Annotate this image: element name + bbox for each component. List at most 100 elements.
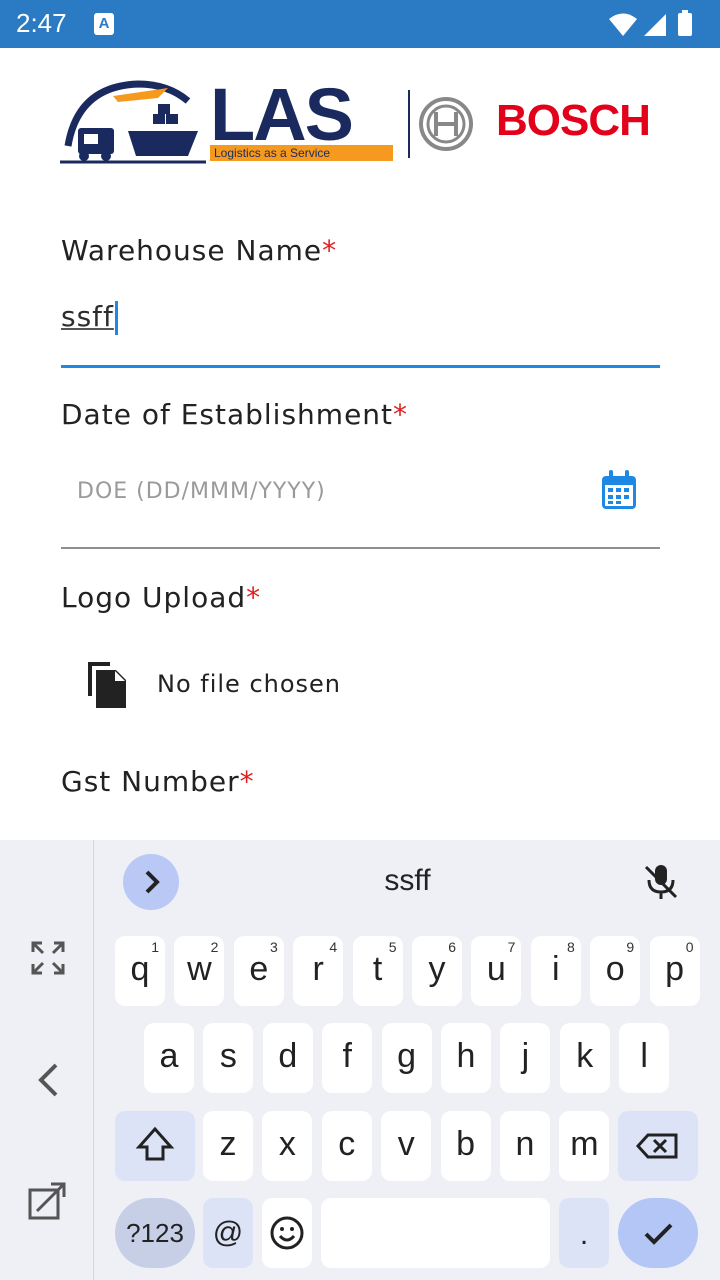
key-e[interactable]: e3 bbox=[233, 936, 284, 1006]
key-f-label: f bbox=[342, 1037, 352, 1075]
checkmark-icon bbox=[644, 1223, 673, 1245]
logo-upload-label: Logo Upload* bbox=[61, 581, 261, 614]
key-r-label: r bbox=[312, 950, 324, 988]
key-z-label: z bbox=[219, 1125, 237, 1163]
key-j[interactable]: j bbox=[500, 1023, 551, 1093]
status-time: 2:47 bbox=[16, 8, 67, 38]
key-i-hint: 8 bbox=[567, 939, 575, 955]
space-key[interactable] bbox=[321, 1198, 550, 1268]
logistics-emblem-icon bbox=[60, 80, 206, 164]
status-icons bbox=[606, 10, 706, 38]
key-w-hint: 2 bbox=[210, 939, 219, 955]
key-t-label: t bbox=[372, 950, 383, 988]
key-t-hint: 5 bbox=[388, 939, 397, 955]
key-z[interactable]: z bbox=[203, 1111, 253, 1181]
key-v-label: v bbox=[397, 1125, 415, 1163]
key-o[interactable]: o9 bbox=[590, 936, 641, 1006]
key-d[interactable]: d bbox=[262, 1023, 313, 1093]
key-u-hint: 7 bbox=[507, 939, 516, 955]
key-u-label: u bbox=[486, 950, 506, 988]
key-p-hint: 0 bbox=[685, 939, 694, 955]
key-q[interactable]: q1 bbox=[115, 936, 165, 1006]
key-q-hint: 1 bbox=[151, 939, 159, 955]
warehouse-name-input[interactable]: ssff bbox=[61, 300, 118, 335]
signal-icon bbox=[644, 14, 666, 36]
key-c[interactable]: c bbox=[321, 1111, 372, 1181]
at-key[interactable]: @ bbox=[203, 1198, 253, 1268]
keyboard-side-panel bbox=[0, 840, 94, 1280]
key-x-label: x bbox=[278, 1125, 296, 1163]
key-f[interactable]: f bbox=[322, 1023, 373, 1093]
doe-input[interactable]: DOE (DD/MMM/YYYY) bbox=[77, 479, 326, 504]
key-s-label: s bbox=[219, 1037, 237, 1075]
mic-off-icon[interactable] bbox=[641, 862, 681, 902]
text-caret bbox=[114, 301, 118, 335]
key-n[interactable]: n bbox=[500, 1111, 550, 1181]
key-v[interactable]: v bbox=[381, 1111, 432, 1181]
file-copy-icon[interactable] bbox=[88, 662, 128, 708]
warehouse-name-value: ssff bbox=[61, 300, 114, 333]
key-k[interactable]: k bbox=[559, 1023, 610, 1093]
las-tagline: Logistics as a Service bbox=[210, 145, 393, 161]
symbols-key-label: ?123 bbox=[126, 1218, 184, 1248]
key-t[interactable]: t5 bbox=[352, 936, 403, 1006]
key-a[interactable]: a bbox=[144, 1023, 194, 1093]
backspace-key[interactable] bbox=[618, 1111, 698, 1181]
bosch-armature-icon bbox=[419, 97, 473, 151]
app-logo: LAS Logistics as a Service BOSCH bbox=[58, 76, 662, 166]
enter-key[interactable] bbox=[618, 1198, 698, 1268]
emoji-key[interactable] bbox=[262, 1198, 312, 1268]
period-key[interactable]: . bbox=[559, 1198, 609, 1268]
key-y-hint: 6 bbox=[448, 939, 456, 955]
key-m[interactable]: m bbox=[559, 1111, 610, 1181]
key-h[interactable]: h bbox=[441, 1023, 491, 1093]
key-p-label: p bbox=[665, 950, 685, 988]
battery-icon bbox=[678, 10, 692, 36]
key-x[interactable]: x bbox=[262, 1111, 313, 1181]
key-b[interactable]: b bbox=[440, 1111, 491, 1181]
form-page: LAS Logistics as a Service BOSCH Warehou… bbox=[0, 48, 720, 840]
required-mark: * bbox=[246, 581, 262, 614]
logo-divider bbox=[408, 90, 410, 158]
warehouse-name-underline bbox=[61, 365, 660, 368]
key-g[interactable]: g bbox=[381, 1023, 432, 1093]
expand-icon[interactable] bbox=[30, 940, 66, 976]
required-mark: * bbox=[393, 398, 409, 431]
doe-underline bbox=[61, 547, 660, 549]
key-m-label: m bbox=[570, 1125, 599, 1163]
bosch-logo-text: BOSCH bbox=[496, 96, 651, 145]
key-u[interactable]: u7 bbox=[471, 936, 522, 1006]
key-e-hint: 3 bbox=[270, 939, 278, 955]
logo-upload-label-text: Logo Upload bbox=[61, 581, 247, 614]
gst-number-label-text: Gst Number bbox=[61, 765, 240, 798]
required-mark: * bbox=[322, 234, 338, 267]
calendar-icon[interactable] bbox=[600, 470, 640, 512]
key-s[interactable]: s bbox=[203, 1023, 254, 1093]
at-key-label: @ bbox=[212, 1216, 244, 1249]
key-i[interactable]: i8 bbox=[530, 936, 581, 1006]
file-status[interactable]: No file chosen bbox=[157, 670, 341, 698]
suggestion-word[interactable]: ssff bbox=[95, 864, 720, 898]
key-i-label: i bbox=[552, 950, 560, 988]
shift-icon bbox=[135, 1126, 175, 1161]
key-c-label: c bbox=[338, 1125, 356, 1163]
back-chevron-icon[interactable] bbox=[34, 1062, 64, 1098]
key-r[interactable]: r4 bbox=[293, 936, 344, 1006]
symbols-key[interactable]: ?123 bbox=[115, 1198, 195, 1268]
key-o-label: o bbox=[605, 950, 625, 988]
key-l[interactable]: l bbox=[619, 1023, 670, 1093]
key-p[interactable]: p0 bbox=[649, 936, 700, 1006]
warehouse-name-label-text: Warehouse Name bbox=[61, 234, 323, 267]
status-bar: 2:47 A bbox=[0, 0, 720, 48]
floating-keyboard-icon[interactable] bbox=[27, 1180, 69, 1222]
key-w-label: w bbox=[187, 950, 212, 988]
key-w[interactable]: w2 bbox=[174, 936, 225, 1006]
key-y[interactable]: y6 bbox=[412, 936, 462, 1006]
key-l-label: l bbox=[640, 1037, 648, 1075]
backspace-icon bbox=[635, 1133, 678, 1159]
gst-number-label: Gst Number* bbox=[61, 765, 255, 798]
key-y-label: y bbox=[428, 950, 446, 988]
key-n-label: n bbox=[515, 1125, 535, 1163]
warehouse-name-label: Warehouse Name* bbox=[61, 234, 337, 267]
shift-key[interactable] bbox=[115, 1111, 195, 1181]
